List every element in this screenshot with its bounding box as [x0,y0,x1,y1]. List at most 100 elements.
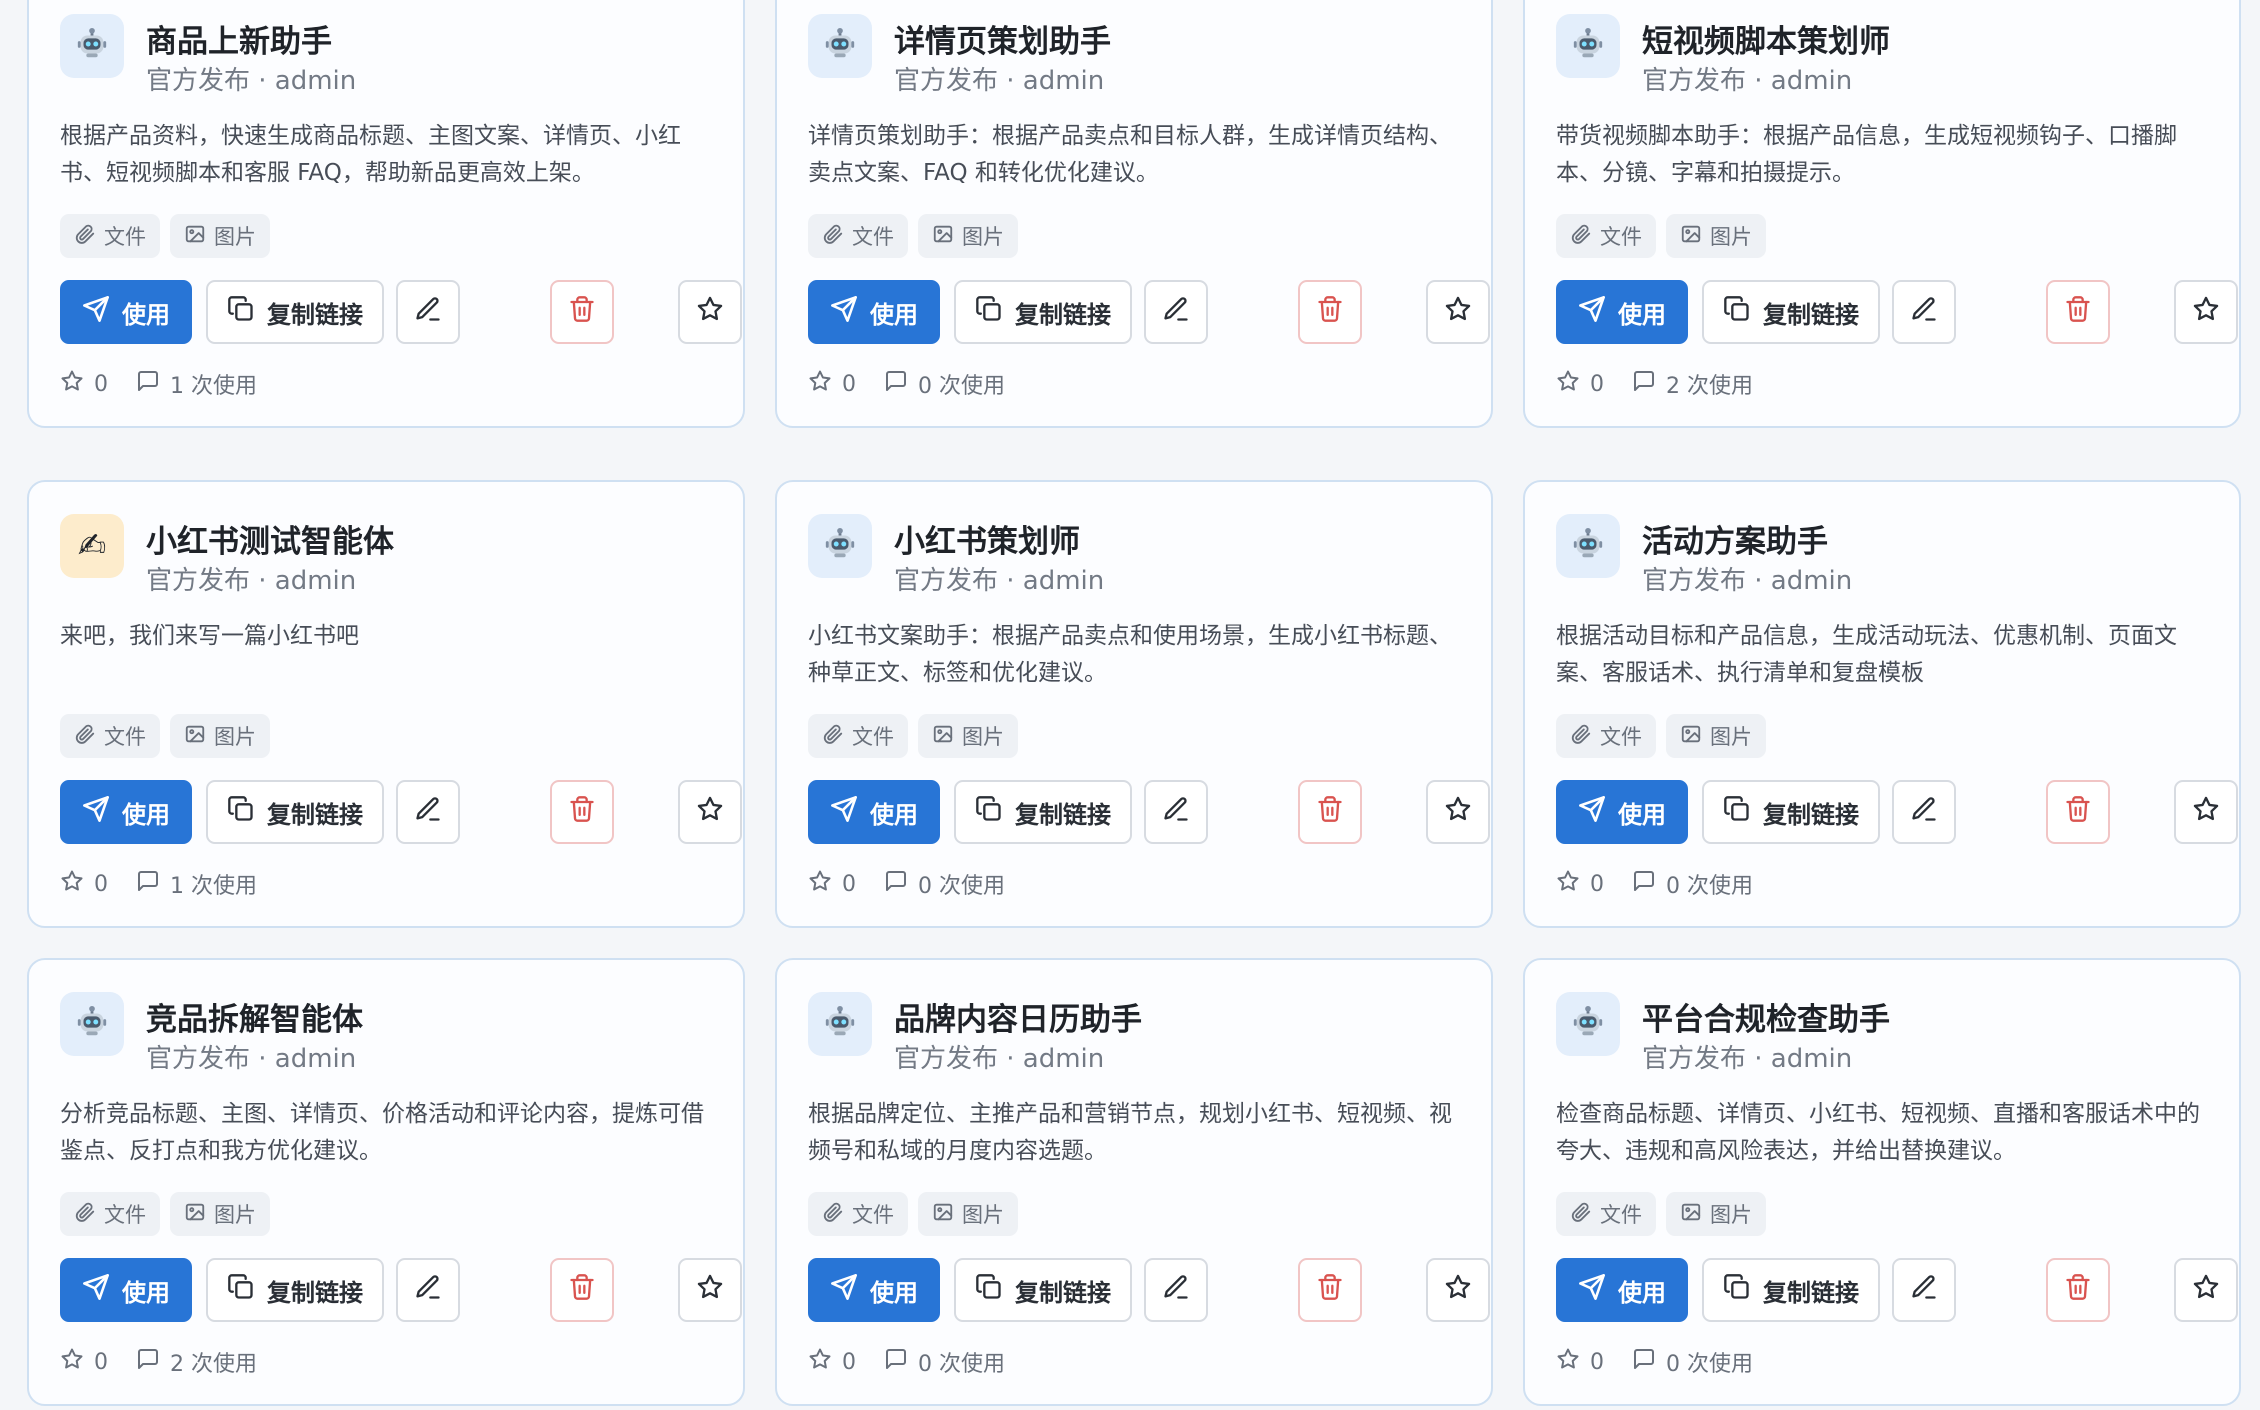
use-button[interactable]: 使用 [1556,1258,1688,1322]
use-button-label: 使用 [870,800,918,829]
pencil-icon [1910,295,1938,329]
star-outline-icon [60,369,84,399]
writing-hand-icon: ✍ [77,526,107,566]
agent-card[interactable]: 平台合规检查助手 官方发布 · admin 检查商品标题、详情页、小红书、短视频… [1523,958,2241,1406]
copy-link-button[interactable]: 复制链接 [206,780,384,844]
trash-icon [1316,795,1344,829]
chat-icon [884,369,908,399]
tag-label: 文件 [852,725,894,749]
edit-button[interactable] [1892,1258,1956,1322]
edit-button[interactable] [1892,280,1956,344]
usage-count-value: 0 次使用 [1666,874,1753,899]
agent-card[interactable]: 竞品拆解智能体 官方发布 · admin 分析竞品标题、主图、详情页、价格活动和… [27,958,745,1406]
agent-card[interactable]: 活动方案助手 官方发布 · admin 根据活动目标和产品信息，生成活动玩法、优… [1523,480,2241,928]
card-stats: 0 0 次使用 [808,1346,1005,1378]
agent-card[interactable]: 品牌内容日历助手 官方发布 · admin 根据品牌定位、主推产品和营销节点，规… [775,958,1493,1406]
usage-count-value: 0 次使用 [918,1352,1005,1377]
favorite-button[interactable] [2174,280,2238,344]
use-button[interactable]: 使用 [808,280,940,344]
capability-tags: 文件 图片 [1556,214,1766,258]
use-button[interactable]: 使用 [60,1258,192,1322]
edit-button[interactable] [1144,1258,1208,1322]
copy-link-button[interactable]: 复制链接 [954,780,1132,844]
trash-icon [1316,1273,1344,1307]
card-stats: 0 2 次使用 [60,1346,257,1378]
paperclip-icon [74,723,96,750]
agent-card[interactable]: 商品上新助手 官方发布 · admin 根据产品资料，快速生成商品标题、主图文案… [27,0,745,428]
delete-button[interactable] [2046,1258,2110,1322]
copy-link-button[interactable]: 复制链接 [206,280,384,344]
use-button[interactable]: 使用 [808,780,940,844]
favorite-button[interactable] [2174,1258,2238,1322]
edit-button[interactable] [1892,780,1956,844]
agent-card[interactable]: 短视频脚本策划师 官方发布 · admin 带货视频脚本助手：根据产品信息，生成… [1523,0,2241,428]
use-button[interactable]: 使用 [60,280,192,344]
favorite-button[interactable] [1426,1258,1490,1322]
capability-tags: 文件 图片 [1556,714,1766,758]
star-count: 0 [808,869,856,899]
delete-button[interactable] [550,780,614,844]
agent-card[interactable]: ✍ 小红书测试智能体 官方发布 · admin 来吧，我们来写一篇小红书吧 文件… [27,480,745,928]
star-count-value: 0 [842,871,856,897]
agent-card[interactable]: 详情页策划助手 官方发布 · admin 详情页策划助手：根据产品卖点和目标人群… [775,0,1493,428]
use-button[interactable]: 使用 [1556,280,1688,344]
pencil-icon [414,795,442,829]
delete-button[interactable] [1298,280,1362,344]
pencil-icon [1162,795,1190,829]
tag-file: 文件 [1556,714,1656,758]
edit-button[interactable] [1144,780,1208,844]
favorite-button[interactable] [1426,780,1490,844]
favorite-button[interactable] [678,280,742,344]
star-icon [696,1273,724,1307]
agent-card[interactable]: 小红书策划师 官方发布 · admin 小红书文案助手：根据产品卖点和使用场景，… [775,480,1493,928]
card-stats: 0 0 次使用 [808,368,1005,400]
agent-description: 来吧，我们来写一篇小红书吧 [60,623,359,649]
paperclip-icon [1570,1201,1592,1228]
use-button[interactable]: 使用 [1556,780,1688,844]
card-header: 详情页策划助手 官方发布 · admin [808,14,1461,104]
copy-link-button[interactable]: 复制链接 [206,1258,384,1322]
capability-tags: 文件 图片 [1556,1192,1766,1236]
delete-button[interactable] [1298,1258,1362,1322]
copy-link-button[interactable]: 复制链接 [954,280,1132,344]
card-stats: 0 0 次使用 [1556,1346,1753,1378]
agent-avatar [808,992,872,1056]
capability-tags: 文件 图片 [808,214,1018,258]
copy-icon [1723,795,1751,829]
use-button[interactable]: 使用 [808,1258,940,1322]
card-actions: 使用 复制链接 [60,1258,742,1322]
trash-icon [2064,795,2092,829]
favorite-button[interactable] [2174,780,2238,844]
use-button-label: 使用 [1618,300,1666,329]
copy-link-button[interactable]: 复制链接 [1702,1258,1880,1322]
favorite-button[interactable] [1426,280,1490,344]
use-button[interactable]: 使用 [60,780,192,844]
usage-count: 0 次使用 [884,368,1005,400]
tag-label: 图片 [214,225,256,249]
star-count-value: 0 [94,371,108,397]
delete-button[interactable] [2046,280,2110,344]
star-outline-icon [60,869,84,899]
delete-button[interactable] [2046,780,2110,844]
paperclip-icon [74,223,96,250]
edit-button[interactable] [396,280,460,344]
card-stats: 0 0 次使用 [808,868,1005,900]
capability-tags: 文件 图片 [808,1192,1018,1236]
capability-tags: 文件 图片 [60,1192,270,1236]
delete-button[interactable] [550,1258,614,1322]
edit-button[interactable] [396,780,460,844]
trash-icon [568,1273,596,1307]
card-actions: 使用 复制链接 [1556,280,2238,344]
favorite-button[interactable] [678,780,742,844]
agent-avatar [1556,14,1620,78]
delete-button[interactable] [1298,780,1362,844]
favorite-button[interactable] [678,1258,742,1322]
copy-link-button[interactable]: 复制链接 [954,1258,1132,1322]
robot-icon [1571,27,1605,65]
delete-button[interactable] [550,280,614,344]
copy-link-button[interactable]: 复制链接 [1702,780,1880,844]
use-button-label: 使用 [1618,1278,1666,1307]
edit-button[interactable] [396,1258,460,1322]
edit-button[interactable] [1144,280,1208,344]
copy-link-button[interactable]: 复制链接 [1702,280,1880,344]
